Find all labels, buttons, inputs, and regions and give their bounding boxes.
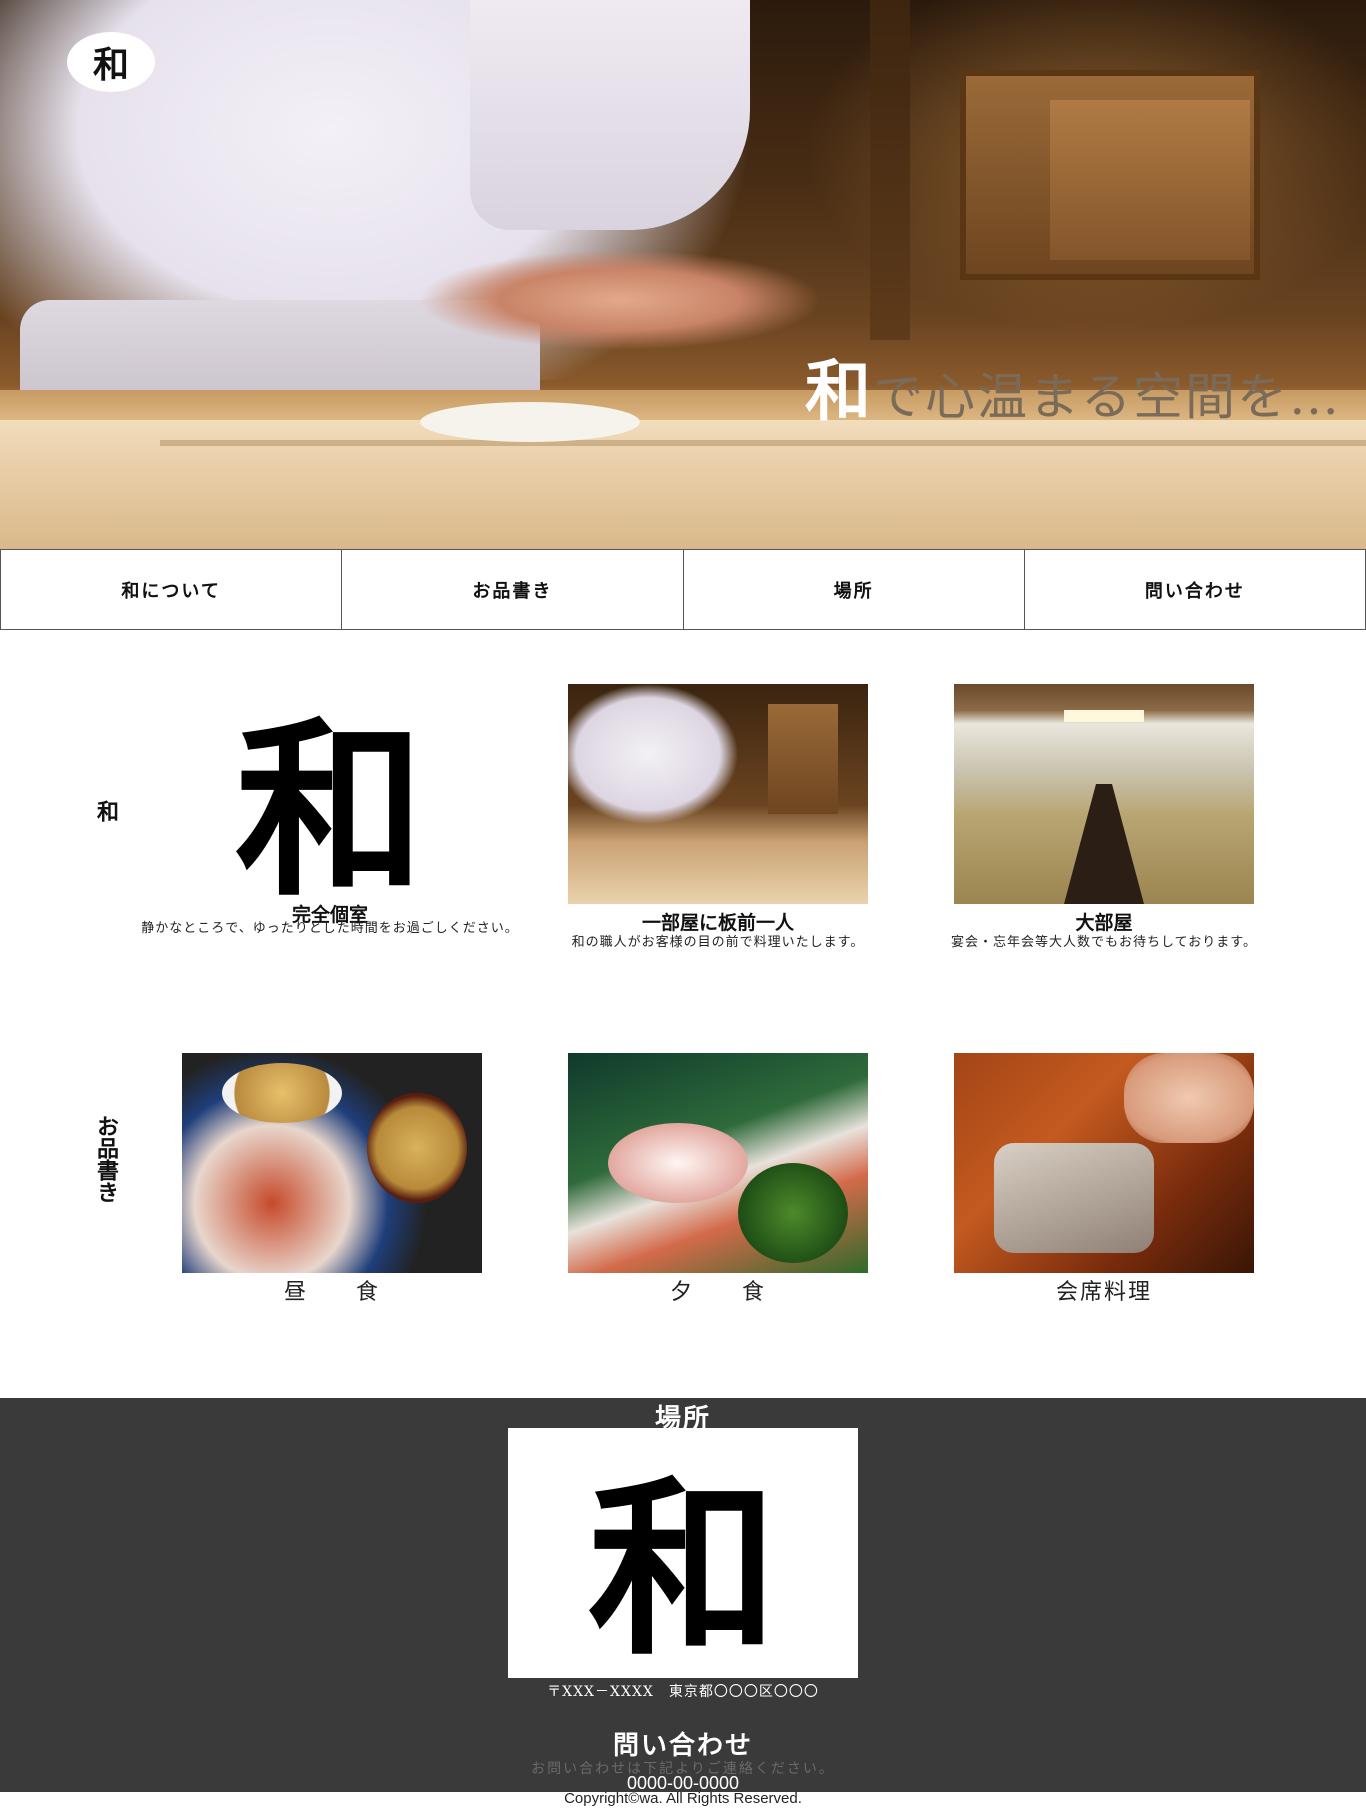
nav-item-location[interactable]: 場所 [682,550,1024,629]
dinner-photo-garnish [738,1163,848,1263]
hall-photo [954,684,1254,904]
kaiseki-photo[interactable] [954,1053,1254,1273]
card-title-chef: 一部屋に板前一人 [641,912,794,934]
menu-caption-lunch[interactable]: 昼 食 [182,1274,482,1306]
hero-tagline-rest: で心温まる空間を… [873,368,1341,426]
nav-item-about[interactable]: 和について [0,550,342,629]
lunch-photo-bowl [367,1093,467,1203]
site-logo-text: 和 [92,44,129,86]
hero-tagline: 和で心温まる空間を… [805,338,1341,434]
card-desc-hall: 宴会・忘年会等大人数でもお待ちしております。 [951,935,1257,950]
copyright: Copyright©wa. All Rights Reserved. [564,1790,802,1807]
card-desc-chef: 和の職人がお客様の目の前で料理いたします。 [571,935,865,950]
contact-title: 問い合わせ [612,1731,753,1761]
chef-photo [568,684,868,904]
hall-photo-light [1064,710,1144,722]
menu-side-label: お品書き [93,1115,119,1203]
card-desc-private-room: 静かなところで、ゆったりとした時間をお過ごしください。 [141,921,519,936]
kaiseki-photo-hand [1124,1053,1254,1143]
lunch-photo[interactable] [182,1053,482,1273]
hero-wood-panel [870,0,910,340]
kaiseki-photo-plate [994,1143,1154,1253]
hero-chef-hands [420,245,820,355]
lunch-photo-tempura [222,1063,342,1123]
about-side-label: 和 [93,800,119,822]
about-logo-kanji: 和 [234,698,425,905]
hero-counter-edge [160,440,1366,446]
hero-chef-sleeve [470,0,750,230]
chef-photo-box [768,704,838,814]
location-address: 〒XXX－XXXX 東京都〇〇〇区〇〇〇 [547,1684,819,1700]
location-map-image: 和 [508,1428,858,1681]
card-title-hall: 大部屋 [1075,912,1133,934]
dinner-photo[interactable] [568,1053,868,1273]
main-nav: 和について お品書き 場所 問い合わせ [0,549,1366,630]
footer: 場所 和 〒XXX－XXXX 東京都〇〇〇区〇〇〇 問い合わせ お問い合わせは下… [0,1398,1366,1793]
nav-item-menu[interactable]: お品書き [341,550,683,629]
hall-photo-table [1064,784,1144,904]
menu-caption-dinner[interactable]: 夕 食 [568,1274,868,1306]
hero-banner: 和 和で心温まる空間を… [0,0,1366,549]
hero-tagline-first: 和 [805,352,873,430]
nav-item-contact[interactable]: 問い合わせ [1023,550,1366,629]
hero-shelf-inner [1050,100,1250,260]
location-map-kanji: 和 [587,1457,778,1681]
site-logo[interactable]: 和 [67,32,155,92]
hero-sushi-rice [420,402,640,442]
dinner-photo-sashimi [608,1123,748,1203]
about-logo-kanji-image: 和 [180,684,480,904]
menu-caption-kaiseki[interactable]: 会席料理 [954,1274,1254,1306]
